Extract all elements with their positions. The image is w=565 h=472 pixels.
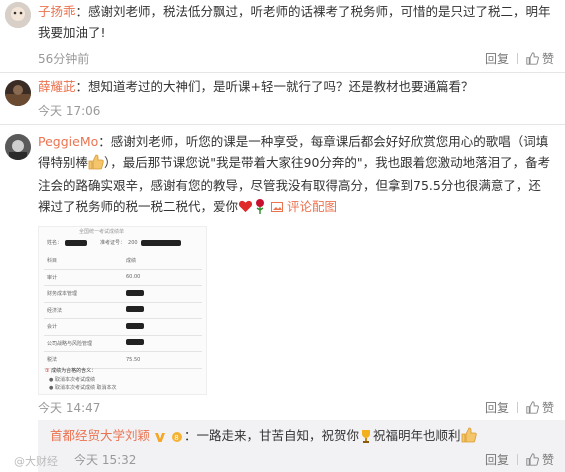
redaction (126, 306, 144, 313)
thumbs-up-icon (526, 401, 539, 414)
divider (0, 72, 565, 73)
table-cell: 经济法 (47, 307, 63, 314)
table-row: 审计 60.00 (44, 270, 202, 286)
rose-emoji-icon (253, 198, 267, 221)
redaction (140, 239, 181, 246)
photo-name-label: 姓名： (47, 240, 63, 246)
table-cell (123, 306, 202, 314)
avatar[interactable] (5, 2, 31, 28)
comment-text: 薛耀茈：想知道考过的大神们，是听课+轻一就行了吗？还是教材也要通篇看？ (38, 77, 551, 98)
photo-table: 科目 成绩 审计 60.00 财务成本管理 经济法 会计 公司战略与风险管理 税法 7… (44, 253, 202, 369)
reply-time: 今天 15:32 (74, 453, 137, 467)
table-cell: 税法 (47, 357, 58, 364)
photo-note-a: ● 取消本次考试成绩 (49, 377, 95, 383)
reply-button[interactable]: 回复 (485, 50, 509, 67)
thumbs-up-icon (526, 453, 539, 466)
svg-text:8: 8 (174, 434, 178, 442)
thumbs-up-icon (526, 52, 539, 65)
comment-content: ：想知道考过的大神们，是听课+轻一就行了吗？还是教材也要通篇看？ (75, 79, 474, 94)
reply-button[interactable]: 回复 (485, 451, 509, 468)
comment-text: PeggieMo：感谢刘老师，听您的课是一种享受，每章课后都会好好欣赏您用心的歌… (38, 132, 551, 220)
thumbs-up-emoji-icon (461, 427, 477, 450)
reply-content: ：一路走来，甘苦自知，祝贺你 (183, 428, 359, 443)
link-label: 评论配图 (286, 198, 337, 214)
like-label: 赞 (541, 52, 554, 66)
medal-icon: 8 (170, 429, 184, 450)
divider (516, 454, 518, 465)
heart-emoji-icon (238, 199, 253, 221)
photo-name-row: 姓名： 准考证号： 200 (47, 239, 181, 246)
comment-actions: 回复 赞 (485, 50, 554, 67)
divider (0, 124, 565, 125)
watermark: @大财经 (14, 455, 58, 468)
redaction (126, 289, 144, 296)
photo-note: ① 成绩为合格的含义： (45, 368, 97, 374)
avatar[interactable] (5, 80, 31, 106)
table-cell: 会计 (47, 324, 58, 331)
reply-actions: 回复 赞 (485, 451, 554, 468)
comment-time: 56分钟前 (38, 52, 90, 66)
avatar[interactable] (5, 134, 31, 160)
redaction (65, 239, 88, 246)
table-cell (123, 339, 202, 347)
comment-author[interactable]: PeggieMo (38, 134, 98, 149)
photo-note-text: 成绩为合格的含义： (51, 368, 97, 374)
like-button[interactable]: 赞 (526, 399, 554, 416)
like-button[interactable]: 赞 (526, 50, 554, 67)
comment-actions: 回复 赞 (485, 399, 554, 416)
table-header: 科目 (47, 258, 58, 265)
redaction (126, 322, 144, 329)
table-row: 公司战略与风险管理 (44, 336, 202, 352)
comment-content: ：感谢刘老师，税法低分飘过，听老师的话裸考了税务师，可惜的是只过了税二，明年我要… (38, 4, 551, 40)
table-cell: 公司战略与风险管理 (47, 340, 93, 347)
like-label: 赞 (541, 401, 554, 415)
table-cell: 审计 (47, 274, 58, 281)
like-label: 赞 (541, 453, 554, 467)
reply-author[interactable]: 首都经贸大学刘颖 (50, 428, 150, 443)
redaction (126, 339, 144, 346)
divider (516, 53, 518, 64)
table-cell: 60.00 (126, 274, 141, 281)
divider (516, 402, 518, 413)
table-row: 科目 成绩 (44, 253, 202, 270)
photo-id-value: 200 (128, 239, 138, 246)
trophy-emoji-icon (359, 429, 373, 450)
image-icon (271, 201, 283, 212)
comment-text: 子扬乖：感谢刘老师，税法低分飘过，听老师的话裸考了税务师，可惜的是只过了税二，明… (38, 2, 551, 43)
table-row: 会计 (44, 319, 202, 336)
comment-image[interactable]: 全国统一考试成绩单 姓名： 准考证号： 200 科目 成绩 审计 60.00 财务成… (38, 226, 207, 395)
nested-reply: 首都经贸大学刘颖 8 ：一路走来，甘苦自知，祝贺你 祝福明年也顺利 今天 15:32… (38, 420, 565, 472)
table-cell: 75.50 (126, 356, 141, 363)
photo-id-label: 准考证号： (100, 240, 126, 246)
reply-button[interactable]: 回复 (485, 399, 509, 416)
comment-author[interactable]: 薛耀茈 (38, 79, 76, 94)
table-cell (123, 289, 202, 298)
reply-content: 祝福明年也顺利 (373, 428, 461, 443)
table-cell (123, 322, 202, 331)
thumbs-up-emoji-icon (88, 154, 104, 177)
comment-time: 今天 14:47 (38, 401, 101, 415)
comment-time: 今天 17:06 (38, 104, 101, 118)
comment-author[interactable]: 子扬乖 (38, 4, 76, 19)
reply-text: 首都经贸大学刘颖 8 ：一路走来，甘苦自知，祝贺你 祝福明年也顺利 (50, 426, 555, 450)
table-row: 经济法 (44, 303, 202, 319)
photo-header: 全国统一考试成绩单 (79, 229, 125, 235)
photo-note-b: ● 取消本次考试成绩 取消本次 (49, 385, 117, 391)
verified-v-icon (154, 429, 166, 450)
table-header: 成绩 (126, 258, 137, 265)
like-button[interactable]: 赞 (526, 451, 554, 468)
table-cell: 财务成本管理 (47, 291, 78, 298)
table-row: 财务成本管理 (44, 286, 202, 303)
comment-image-link[interactable]: 评论配图 (271, 199, 337, 214)
